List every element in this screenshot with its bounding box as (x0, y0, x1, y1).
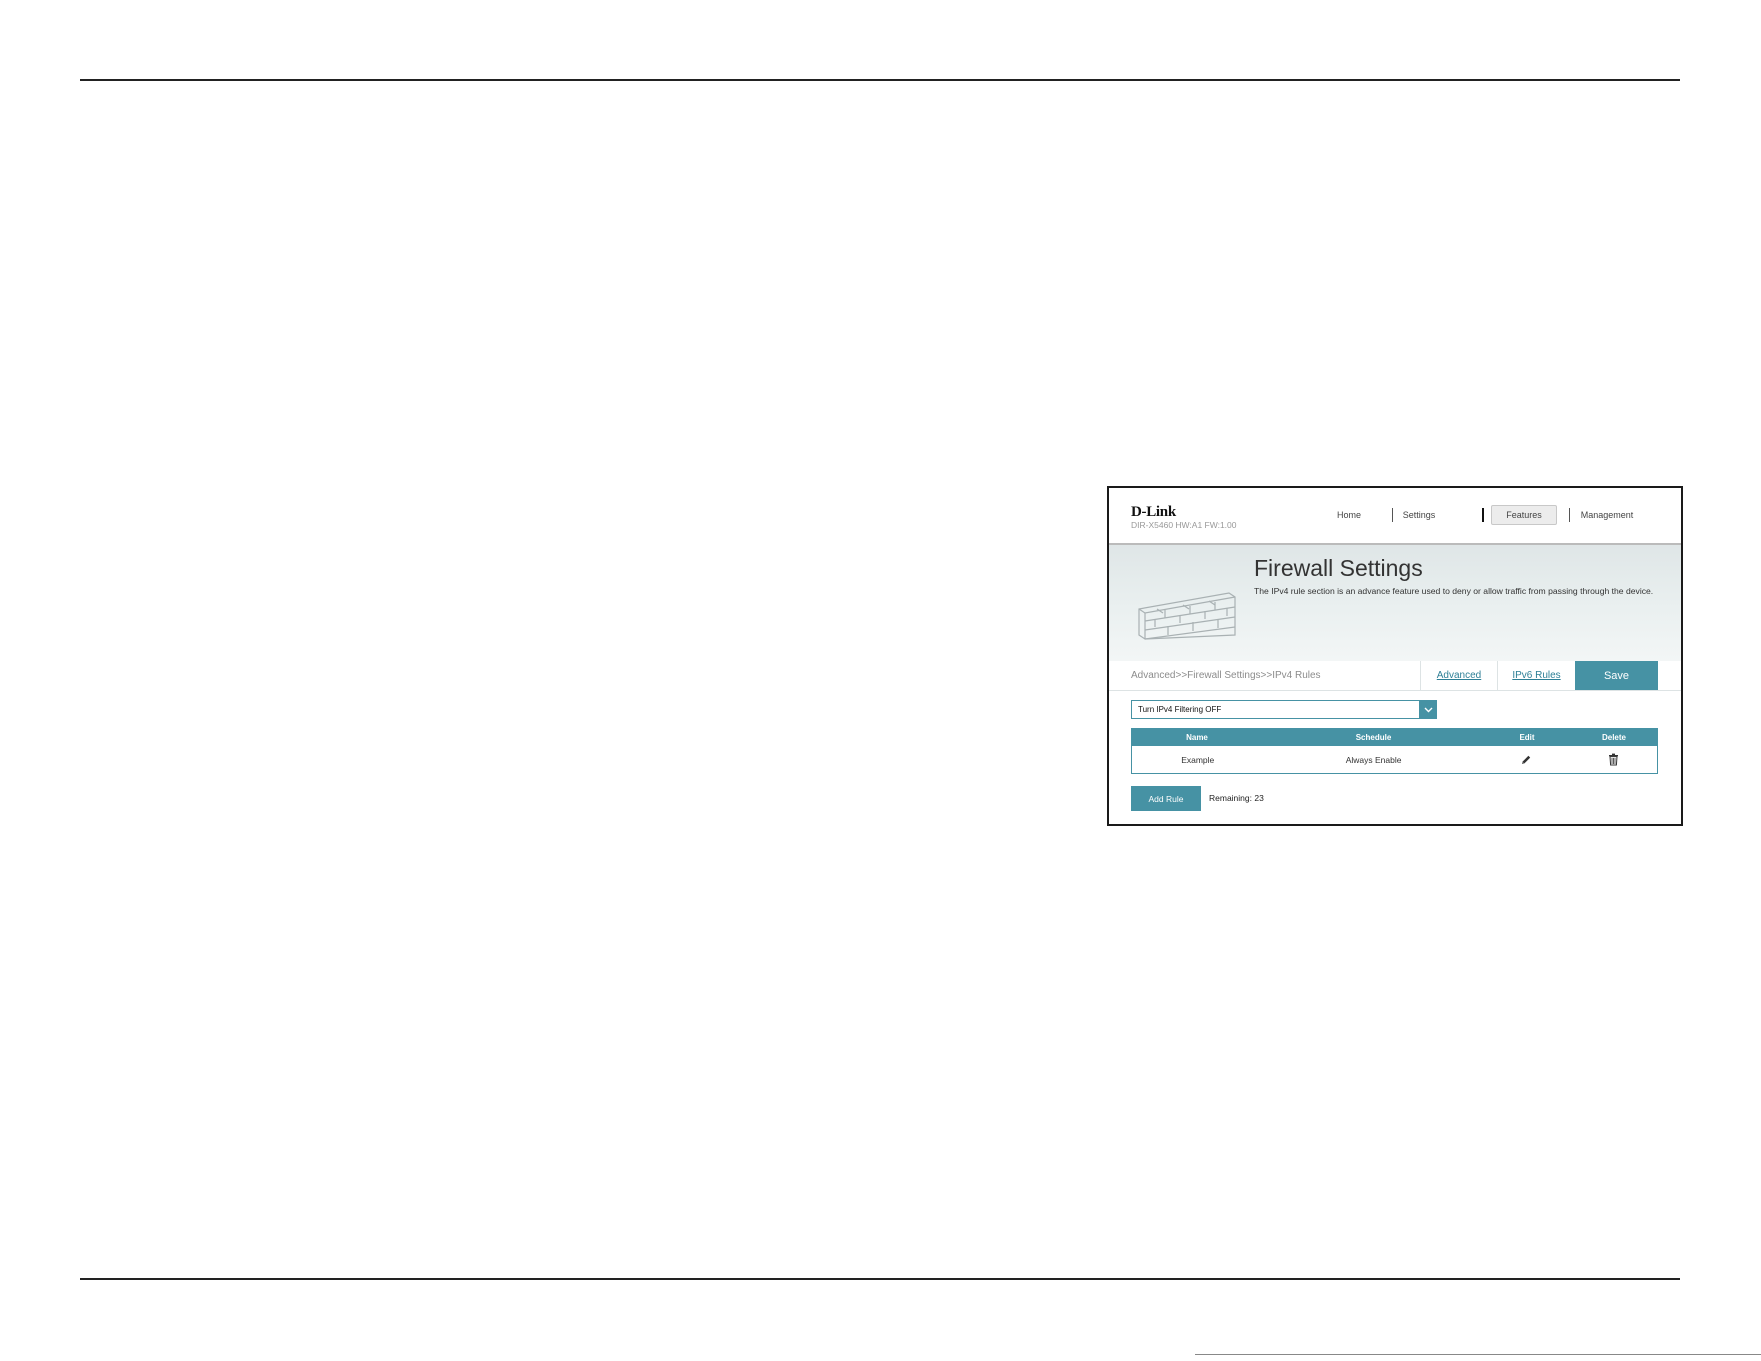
ipv6-rules-link[interactable]: IPv6 Rules (1497, 661, 1575, 690)
bottom-divider (80, 1278, 1680, 1280)
chevron-down-icon[interactable] (1419, 700, 1437, 719)
pencil-icon[interactable] (1520, 754, 1532, 766)
table-row: Example Always Enable (1131, 746, 1658, 774)
nav-features[interactable]: Features (1491, 505, 1557, 525)
header: D-Link DIR-X5460 HW:A1 FW:1.00 Home Sett… (1109, 488, 1681, 543)
dlink-logo: D-Link (1131, 504, 1176, 520)
breadcrumb: Advanced>>Firewall Settings>>IPv4 Rules (1131, 670, 1321, 681)
delete-cell (1569, 753, 1657, 766)
col-delete: Delete (1601, 732, 1626, 742)
trash-icon[interactable] (1608, 753, 1619, 766)
table-header: Name Schedule Edit Delete (1131, 728, 1658, 746)
page-description: The IPv4 rule section is an advance feat… (1254, 586, 1654, 596)
col-edit: Edit (1519, 732, 1535, 742)
ipv4-filtering-value: Turn IPv4 Filtering OFF (1138, 705, 1222, 714)
advanced-link[interactable]: Advanced (1420, 661, 1497, 690)
ipv4-rules-table: Name Schedule Edit Delete Example Always… (1131, 728, 1658, 774)
add-rule-button[interactable]: Add Rule (1131, 786, 1201, 811)
page-edge-line (1195, 1354, 1761, 1361)
rule-name: Example (1181, 754, 1215, 765)
model-info: DIR-X5460 HW:A1 FW:1.00 (1131, 520, 1237, 530)
col-schedule: Schedule (1355, 732, 1392, 742)
page-banner: Firewall Settings The IPv4 rule section … (1109, 545, 1681, 661)
edit-cell (1484, 754, 1570, 766)
breadcrumb-bar: Advanced>>Firewall Settings>>IPv4 Rules … (1109, 661, 1681, 691)
nav-separator (1482, 508, 1484, 522)
col-name: Name (1186, 732, 1208, 742)
nav-settings[interactable]: Settings (1389, 505, 1449, 525)
brick-wall-icon (1138, 592, 1236, 640)
save-button[interactable]: Save (1575, 661, 1658, 690)
nav-home[interactable]: Home (1319, 505, 1379, 525)
top-divider (80, 79, 1680, 81)
rule-schedule: Always Enable (1345, 754, 1402, 765)
router-ui-screenshot: D-Link DIR-X5460 HW:A1 FW:1.00 Home Sett… (1107, 486, 1683, 826)
page-title: Firewall Settings (1254, 555, 1423, 581)
remaining-count: Remaining: 23 (1209, 793, 1264, 803)
nav-management[interactable]: Management (1569, 505, 1645, 525)
ipv4-filtering-select[interactable]: Turn IPv4 Filtering OFF (1131, 700, 1437, 719)
